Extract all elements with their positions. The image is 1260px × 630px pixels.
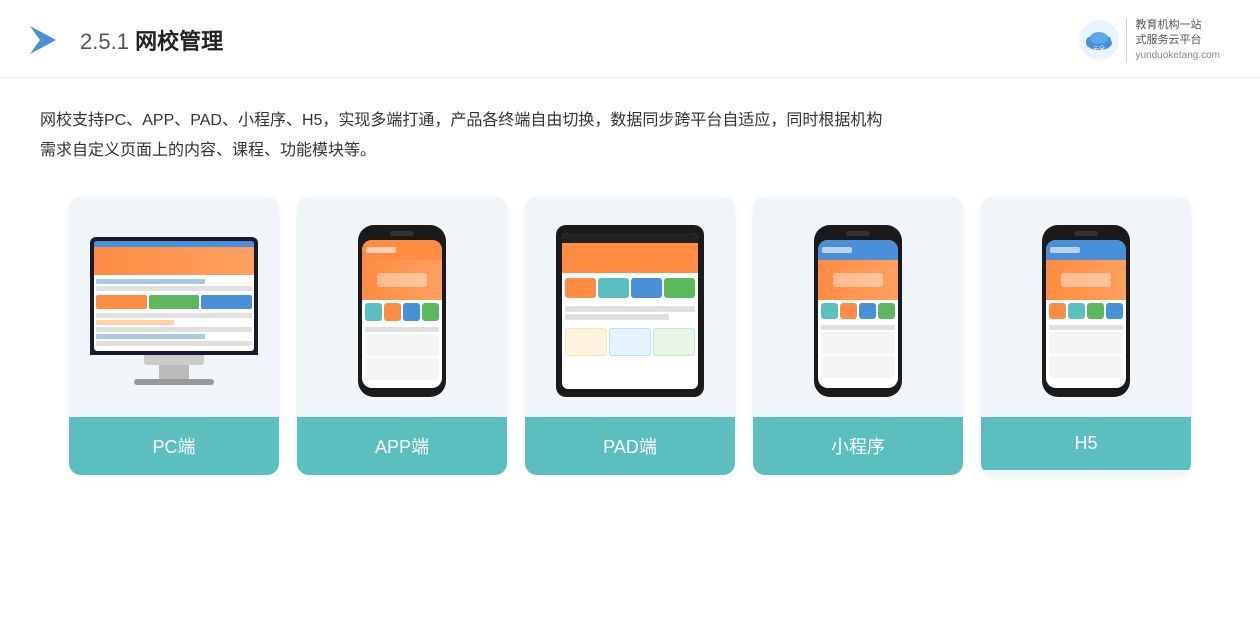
phone-device-app [358, 225, 446, 397]
page-title: 2.5.1 网校管理 [80, 24, 223, 56]
header: 2.5.1 网校管理 云朵 教育机构一站 式服务云平台 [0, 0, 1260, 78]
card-pc-label: PC端 [69, 417, 279, 475]
header-left: 2.5.1 网校管理 [30, 22, 223, 58]
brand-cloud-icon: 云朵 [1078, 19, 1120, 61]
phone-device-h5 [1042, 225, 1130, 397]
card-miniprogram-label: 小程序 [753, 417, 963, 475]
card-pad-label: PAD端 [525, 417, 735, 475]
page: 2.5.1 网校管理 云朵 教育机构一站 式服务云平台 [0, 0, 1260, 630]
logo-icon [30, 22, 66, 58]
card-app: APP端 [297, 197, 507, 475]
desc-line1: 网校支持PC、APP、PAD、小程序、H5，实现多端打通，产品各终端自由切换，数… [40, 106, 1220, 136]
card-miniprogram: 小程序 [753, 197, 963, 475]
card-pad: PAD端 [525, 197, 735, 475]
header-right: 云朵 教育机构一站 式服务云平台 yunduoketang.com [1078, 18, 1220, 63]
svg-text:云朵: 云朵 [1093, 46, 1105, 53]
card-h5-image [981, 197, 1191, 417]
card-miniprogram-image [753, 197, 963, 417]
card-app-label: APP端 [297, 417, 507, 475]
desc-line2: 需求自定义页面上的内容、课程、功能模块等。 [40, 136, 1220, 166]
brand-logo: 云朵 教育机构一站 式服务云平台 yunduoketang.com [1078, 18, 1220, 63]
card-pad-image [525, 197, 735, 417]
phone-device-mini [814, 225, 902, 397]
monitor-device [90, 237, 258, 385]
tablet-device [556, 225, 704, 397]
brand-text: 教育机构一站 式服务云平台 yunduoketang.com [1126, 18, 1220, 63]
card-app-image [297, 197, 507, 417]
cards-section: PC端 [0, 177, 1260, 495]
card-pc-image [69, 197, 279, 417]
description: 网校支持PC、APP、PAD、小程序、H5，实现多端打通，产品各终端自由切换，数… [0, 78, 1260, 177]
card-pc: PC端 [69, 197, 279, 475]
card-h5-label: H5 [981, 417, 1191, 470]
card-h5: H5 [981, 197, 1191, 475]
